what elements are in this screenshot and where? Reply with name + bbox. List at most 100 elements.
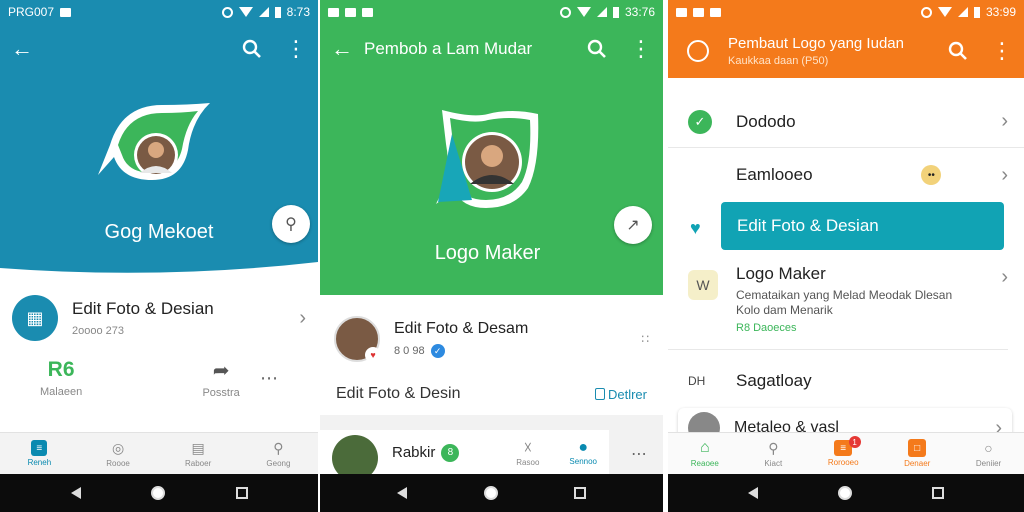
feature-card[interactable]: ▦ Edit Foto & Desian 2oooo 273 › bbox=[0, 290, 318, 346]
logo-maker-icon: W bbox=[688, 270, 718, 300]
detail-card: ♥ Edit Foto & Desam 8 0 98 ✓ ∷ Edit Foto… bbox=[320, 295, 663, 415]
app-name: Gog Mekoet bbox=[104, 221, 214, 243]
card-title: Edit Foto & Desian bbox=[72, 299, 214, 318]
chevron-right-icon: › bbox=[1001, 266, 1008, 288]
menu-item-label: Sagatloay bbox=[736, 371, 812, 390]
card-title: Edit Foto & Desam bbox=[394, 320, 529, 337]
heart-icon: ♥ bbox=[365, 347, 381, 363]
more-vert-icon[interactable]: ⋮ bbox=[274, 27, 318, 71]
battery-icon bbox=[973, 6, 980, 18]
tab-third[interactable]: ▤ Raboer bbox=[185, 439, 211, 469]
menu-item-4[interactable]: W Logo Maker Cemataikan yang Melad Meoda… bbox=[668, 264, 1008, 350]
menu-item-3-selected[interactable]: Edit Foto & Desian bbox=[721, 202, 1004, 250]
nav-home-icon[interactable] bbox=[483, 486, 498, 500]
alarm-icon bbox=[920, 6, 932, 18]
status-bar: PRG007 8:73 bbox=[0, 0, 318, 24]
footer-left-text: Edit Foto & Desin bbox=[336, 385, 461, 402]
menu-item-1[interactable]: ✓ Dododo › bbox=[668, 96, 1024, 148]
shield-icon: ◎ bbox=[111, 439, 125, 456]
nav-home-icon[interactable] bbox=[151, 486, 165, 500]
tab-home[interactable]: ⌂ Reaoee bbox=[691, 439, 719, 468]
stat-value: R6 bbox=[47, 358, 75, 381]
system-nav-bar bbox=[0, 474, 318, 512]
verified-icon: ✓ bbox=[430, 344, 445, 358]
back-arrow-icon[interactable]: ← bbox=[320, 27, 364, 71]
system-nav-bar bbox=[668, 474, 1024, 512]
tab-orders[interactable]: ≡ 1 Rorooeo bbox=[828, 436, 861, 467]
share-button[interactable]: ➦ Posstra bbox=[202, 358, 239, 399]
card-icon: ▦ bbox=[12, 295, 58, 341]
tab-third[interactable]: ● Sennoo bbox=[569, 439, 597, 466]
menu-item-2[interactable]: Eamlooeo •• › bbox=[668, 150, 1024, 200]
tab-label: Denaer bbox=[904, 459, 931, 468]
menu-item-5[interactable]: DH Sagatloay bbox=[668, 356, 1024, 406]
tab-search[interactable]: ⚲ Geong bbox=[266, 439, 291, 469]
emoji-icon: •• bbox=[921, 165, 942, 185]
list-badge: 8 bbox=[441, 443, 460, 462]
details-link[interactable]: Detlrer bbox=[594, 386, 647, 402]
chevron-right-icon: › bbox=[1001, 163, 1008, 186]
details-label: Detlrer bbox=[607, 386, 647, 402]
clock-text: 8:73 bbox=[286, 5, 310, 19]
tab-shop[interactable]: □ Denaer bbox=[904, 439, 930, 468]
signal-icon bbox=[596, 7, 607, 17]
search-icon[interactable] bbox=[575, 27, 619, 71]
avatar: ♥ bbox=[334, 316, 381, 363]
search-icon[interactable] bbox=[230, 27, 274, 71]
menu-item-label: Logo Maker bbox=[736, 264, 826, 283]
app-logo bbox=[432, 104, 548, 217]
app-logo-icon[interactable] bbox=[668, 29, 728, 73]
tab-label: Roooe bbox=[106, 459, 130, 468]
tab-search[interactable]: ⚲ Kiact bbox=[764, 439, 783, 469]
chat-icon: ≡ bbox=[31, 440, 48, 456]
menu-item-label: Eamlooeo bbox=[736, 165, 813, 184]
drag-handle-icon[interactable]: ∷ bbox=[641, 332, 649, 346]
app-bar: Pembaut Logo yang Iudan Kaukkaa daan (P5… bbox=[668, 24, 1024, 78]
list-item[interactable]: Rabkir 8 ☓ Rasoo ● Sennoo bbox=[320, 430, 609, 481]
tab-second[interactable]: ◎ Roooe bbox=[106, 439, 130, 469]
tab-label: Geong bbox=[266, 459, 291, 468]
tab-label: Deniier bbox=[975, 459, 1002, 468]
search-icon: ⚲ bbox=[273, 439, 284, 456]
nav-back-icon[interactable] bbox=[748, 487, 758, 499]
bottom-tab-bar: ⌂ Reaoee ⚲ Kiact ≡ 1 Rorooeo □ Denaer ○ … bbox=[668, 432, 1024, 474]
back-arrow-icon[interactable]: ← bbox=[0, 27, 44, 71]
signal-icon bbox=[258, 7, 269, 17]
wifi-icon bbox=[937, 7, 952, 17]
nav-recents-icon[interactable] bbox=[235, 487, 248, 499]
more-horiz-icon[interactable]: ⋯ bbox=[260, 368, 278, 389]
tab-second[interactable]: ☓ Rasoo bbox=[516, 438, 539, 467]
nav-back-icon[interactable] bbox=[70, 487, 81, 499]
clock-text: 33:99 bbox=[985, 5, 1016, 19]
status-bar: 33:99 bbox=[668, 0, 1024, 24]
list-item-title: Rabkir bbox=[392, 444, 436, 461]
tab-chat[interactable]: ○ Deniier bbox=[976, 439, 1001, 468]
edit-fab-button[interactable]: ↗ bbox=[614, 206, 652, 244]
menu-item-meta: R8 Daoeces bbox=[736, 322, 797, 334]
more-vert-icon[interactable]: ⋮ bbox=[980, 29, 1024, 73]
bag-icon: □ bbox=[908, 439, 927, 457]
menu-item-desc: Cemataikan yang Melad Meodak Dlesan Kolo… bbox=[736, 288, 953, 317]
more-horiz-icon[interactable]: ⋯ bbox=[631, 444, 647, 464]
status-bar: 33:76 bbox=[320, 0, 663, 24]
tab-label: Kiact bbox=[764, 459, 783, 468]
notification-badge: 1 bbox=[848, 436, 861, 448]
phone-screen-2: 33:76 ← Pembob a Lam Mudar ⋮ Logo Maker … bbox=[320, 0, 663, 512]
app-bar-subtitle: Kaukkaa daan (P50) bbox=[728, 55, 829, 67]
card-meta: 8 0 98 bbox=[394, 345, 425, 357]
nav-recents-icon[interactable] bbox=[574, 487, 587, 499]
wifi-icon bbox=[576, 7, 591, 17]
battery-icon bbox=[274, 6, 281, 18]
nav-back-icon[interactable] bbox=[396, 487, 407, 499]
clock-text: 33:76 bbox=[624, 5, 655, 19]
app-bar-title: Pembob a Lam Mudar bbox=[364, 39, 533, 58]
search-icon[interactable] bbox=[936, 29, 980, 73]
more-vert-icon[interactable]: ⋮ bbox=[619, 27, 663, 71]
tab-home[interactable]: ≡ Reneh bbox=[28, 440, 51, 467]
feature-row[interactable]: ♥ Edit Foto & Desam 8 0 98 ✓ ∷ bbox=[320, 315, 663, 363]
app-logo bbox=[92, 95, 212, 190]
edit-fab-button[interactable]: ⚲ bbox=[272, 205, 310, 243]
chevron-right-icon[interactable]: › bbox=[299, 307, 306, 330]
nav-recents-icon[interactable] bbox=[932, 487, 944, 499]
nav-home-icon[interactable] bbox=[838, 486, 852, 500]
